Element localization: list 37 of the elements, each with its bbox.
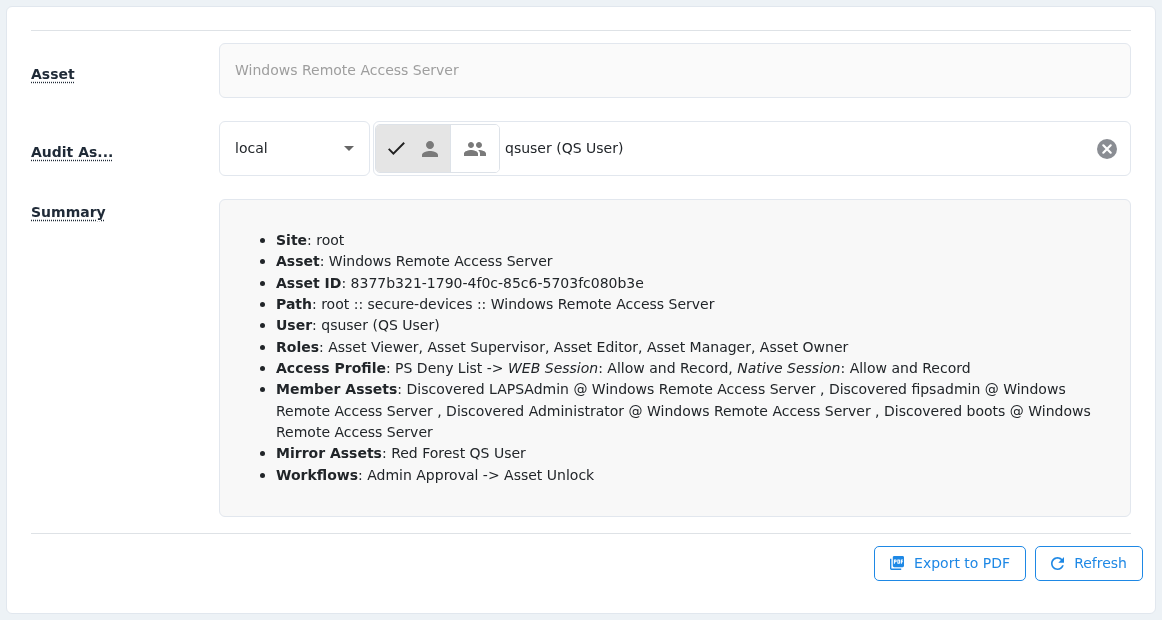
refresh-button[interactable]: Refresh xyxy=(1035,545,1143,581)
bullet-icon xyxy=(260,365,265,371)
group-toggle[interactable] xyxy=(450,125,499,172)
bullet-icon xyxy=(260,280,265,286)
summary-item: Asset ID: 8377b321-1790-4f0c-85c6-5703fc080b3e xyxy=(276,273,644,293)
bullet-icon xyxy=(260,323,265,329)
bullet-icon xyxy=(260,238,265,243)
bullet-icon xyxy=(260,259,265,265)
bullet-icon xyxy=(260,472,265,478)
bullet-icon xyxy=(260,451,265,457)
summary-item: Path: root :: secure-devices :: Windows Remote Access Server xyxy=(276,295,715,314)
refresh-icon xyxy=(1051,556,1065,570)
summary-item: Access Profile: PS Deny List -> WEB Session: Allow and Record, Native Session: Allow and Record xyxy=(276,358,971,378)
summary-item: Member Assets: Discovered LAPSAdmin @ Windows Remote Access Server , Discovered fipsadmin @ Windows Remote Access Server , Discovered Administrator @ Windows Remote Access Server , Discovered boots @ Windows Remote Access Server xyxy=(276,380,1092,442)
user-value: qsuser (QS User) xyxy=(505,139,625,158)
summary-item: Roles: Asset Viewer, Asset Supervisor, Asset Editor, Asset Manager, Asset Owner xyxy=(276,337,849,357)
summary-item: Mirror Assets: Red Forest QS User xyxy=(276,444,526,464)
summary-item: User: qsuser (QS User) xyxy=(276,316,440,336)
summary-item: Site: root xyxy=(276,231,345,250)
clear-icon[interactable] xyxy=(1097,138,1117,159)
bullet-icon xyxy=(260,302,265,307)
bullet-icon xyxy=(260,344,265,350)
field-label: Summary xyxy=(31,204,106,220)
check-icon xyxy=(388,142,405,155)
person-icon xyxy=(422,140,438,157)
user-toggle[interactable] xyxy=(376,125,450,172)
export-button[interactable]: Export to PDF xyxy=(874,545,1027,581)
summary-item: Workflows: Admin Approval -> Asset Unlock xyxy=(276,465,595,485)
user-picker[interactable]: qsuser (QS User) xyxy=(373,121,1131,176)
bullet-icon xyxy=(260,387,265,393)
field-label: Asset xyxy=(31,65,75,82)
field-label: Audit As... xyxy=(31,143,114,160)
caret-icon xyxy=(344,146,354,151)
scope-select[interactable]: local xyxy=(219,121,370,176)
people-icon xyxy=(464,141,486,156)
pdf-icon xyxy=(890,556,905,571)
summary-item: Asset: Windows Remote Access Server xyxy=(276,252,553,272)
